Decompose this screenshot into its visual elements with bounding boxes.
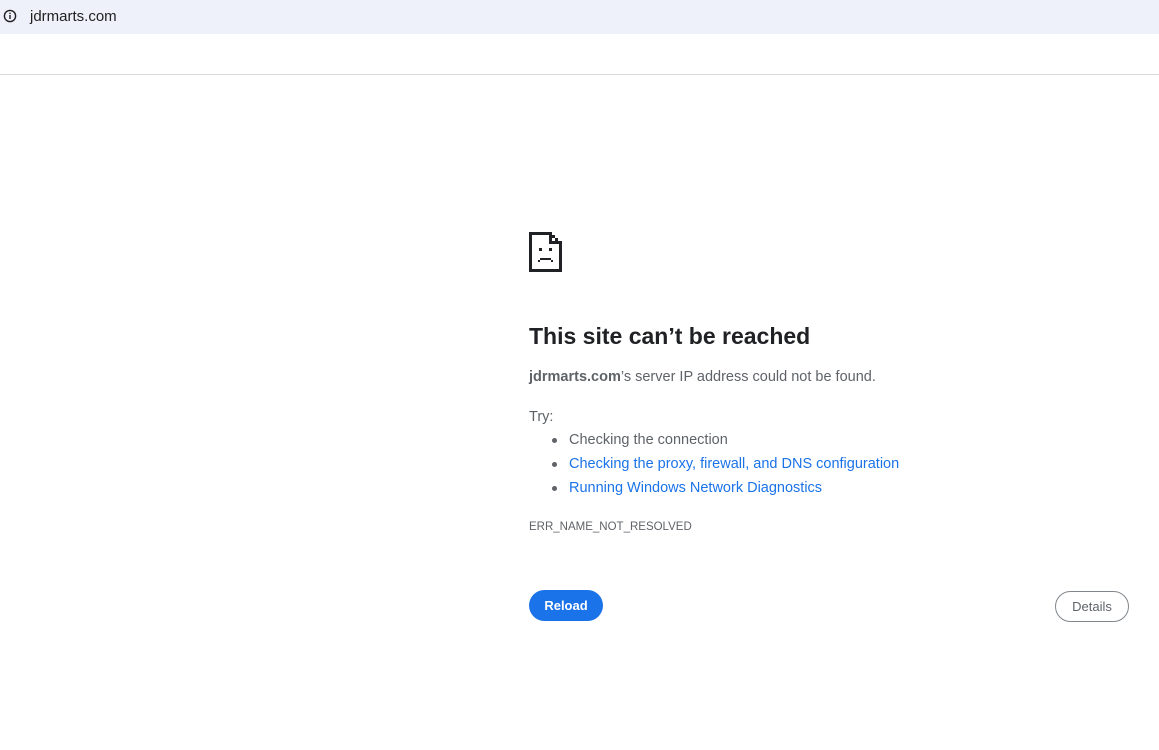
error-description-text: ’s server IP address could not be found.	[620, 369, 876, 385]
suggestion-check-connection: Checking the connection	[551, 431, 899, 455]
suggestions-list: Checking the connection Checking the pro…	[529, 431, 899, 503]
url-text[interactable]: jdrmarts.com	[30, 8, 117, 26]
details-button[interactable]: Details	[1055, 591, 1129, 622]
error-host: jdrmarts.com	[529, 369, 621, 385]
toolbar-strip	[0, 34, 1159, 75]
error-code: ERR_NAME_NOT_RESOLVED	[529, 521, 692, 533]
error-title: This site can’t be reached	[529, 323, 811, 349]
sad-page-icon	[529, 230, 563, 274]
suggestion-network-diagnostics-link[interactable]: Running Windows Network Diagnostics	[551, 479, 899, 503]
reload-button[interactable]: Reload	[529, 590, 603, 621]
try-label: Try:	[529, 409, 554, 425]
suggestion-check-proxy-link[interactable]: Checking the proxy, firewall, and DNS co…	[551, 455, 899, 479]
address-bar[interactable]: jdrmarts.com	[0, 0, 1159, 34]
info-circle-icon[interactable]	[3, 9, 17, 23]
error-description: jdrmarts.com’s server IP address could n…	[529, 368, 876, 386]
